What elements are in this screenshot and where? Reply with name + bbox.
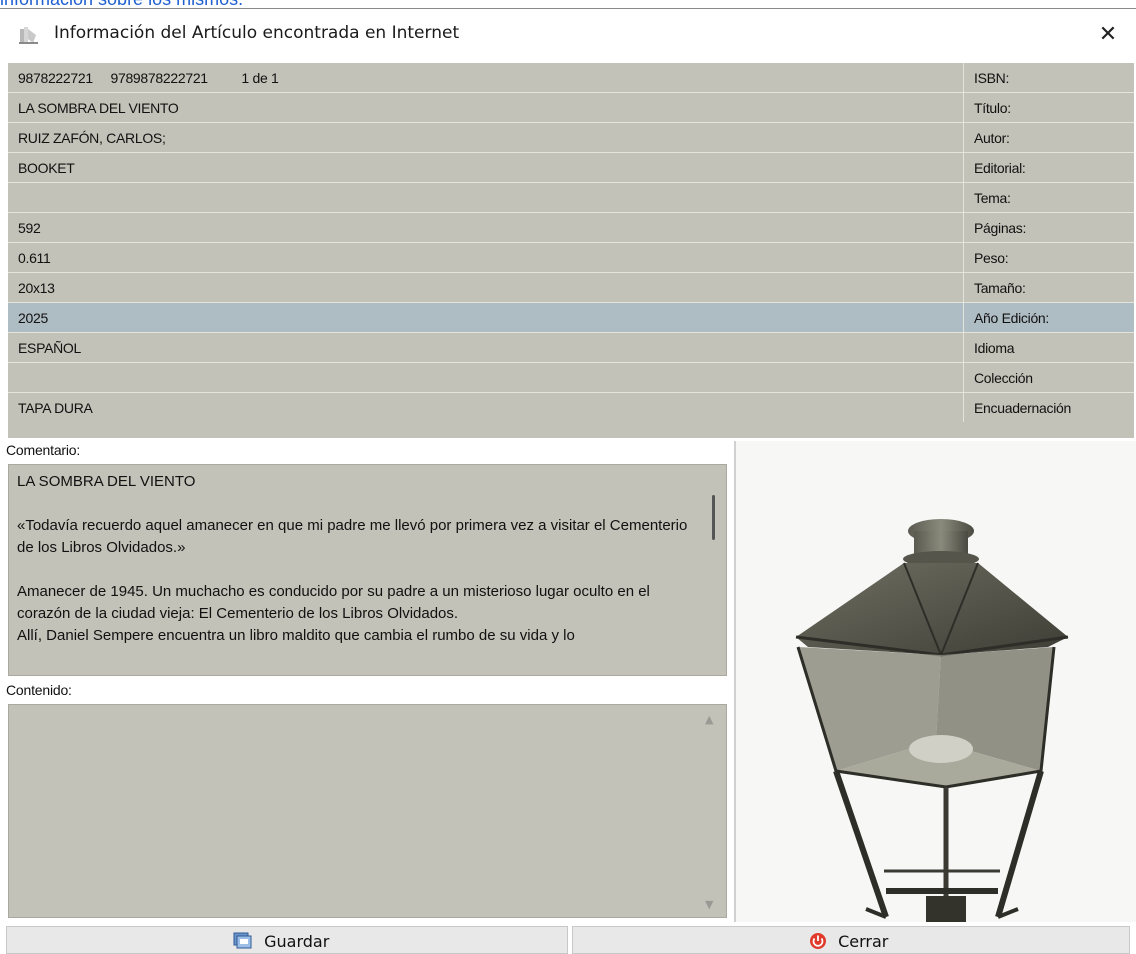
title-bar: Información del Artículo encontrada en I… xyxy=(0,9,1136,61)
field-label-idioma: Idioma xyxy=(974,340,1015,356)
close-window-button[interactable]: ✕ xyxy=(1088,17,1128,53)
field-label-cell: Peso: xyxy=(963,243,1135,272)
comentario-paragraph: LA SOMBRA DEL VIENTO xyxy=(17,473,196,490)
save-icon xyxy=(233,932,264,951)
article-info-dialog: Información del Artículo encontrada en I… xyxy=(0,8,1136,954)
save-button-label: Guardar xyxy=(264,932,330,951)
field-value-peso: 0.611 xyxy=(18,250,51,266)
field-label-paginas: Páginas: xyxy=(974,220,1027,236)
field-label-cell: Año Edición: xyxy=(963,303,1135,332)
comentario-label: Comentario: xyxy=(6,442,81,458)
field-row-tema[interactable]: Tema: xyxy=(8,183,1134,213)
field-label-titulo: Título: xyxy=(974,100,1011,116)
field-label-cell: Título: xyxy=(963,93,1135,122)
isbn-values: 9878222721 9789878222721 1 de 1 xyxy=(18,70,293,86)
field-row-titulo[interactable]: LA SOMBRA DEL VIENTO Título: xyxy=(8,93,1134,123)
field-row-isbn[interactable]: 9878222721 9789878222721 1 de 1 ISBN: xyxy=(8,63,1134,93)
save-button[interactable]: Guardar xyxy=(6,926,568,954)
scroll-up-arrow-icon[interactable]: ▲ xyxy=(705,713,713,726)
isbn10-value: 9878222721 xyxy=(18,70,93,86)
field-label-peso: Peso: xyxy=(974,250,1009,266)
window-title: Información del Artículo encontrada en I… xyxy=(54,23,460,43)
field-label-cell: ISBN: xyxy=(963,63,1135,92)
field-label-tamano: Tamaño: xyxy=(974,280,1026,296)
field-label-tema: Tema: xyxy=(974,190,1011,206)
field-row-encuadernacion[interactable]: TAPA DURA Encuadernación xyxy=(8,393,1134,423)
result-counter: 1 de 1 xyxy=(241,70,279,86)
comentario-paragraph: Allí, Daniel Sempere encuentra un libro … xyxy=(17,627,575,644)
article-fields-grid: 9878222721 9789878222721 1 de 1 ISBN: LA… xyxy=(8,63,1134,438)
field-value-encuadernacion: TAPA DURA xyxy=(18,400,93,416)
close-button[interactable]: Cerrar xyxy=(572,926,1130,954)
field-label-cell: Tamaño: xyxy=(963,273,1135,302)
comentario-text: LA SOMBRA DEL VIENTO «Todavía recuerdo a… xyxy=(17,471,697,647)
field-row-editorial[interactable]: BOOKET Editorial: xyxy=(8,153,1134,183)
field-value-idioma: ESPAÑOL xyxy=(18,340,81,356)
field-label-isbn: ISBN: xyxy=(974,70,1010,86)
comentario-scrollbar-thumb[interactable] xyxy=(712,495,715,540)
field-value-titulo: LA SOMBRA DEL VIENTO xyxy=(18,100,179,116)
field-label-cell: Páginas: xyxy=(963,213,1135,242)
field-label-cell: Idioma xyxy=(963,333,1135,362)
field-label-cell: Tema: xyxy=(963,183,1135,212)
comentario-paragraph: «Todavía recuerdo aquel amanecer en que … xyxy=(17,517,688,556)
scroll-down-arrow-icon[interactable]: ▼ xyxy=(705,898,713,911)
field-label-autor: Autor: xyxy=(974,130,1010,146)
field-label-coleccion: Colección xyxy=(974,370,1033,386)
field-row-ano-edicion[interactable]: 2025 Año Edición: xyxy=(8,303,1134,333)
book-icon xyxy=(18,25,40,45)
street-lamp-photo xyxy=(736,441,1136,922)
power-icon xyxy=(809,932,838,951)
field-value-tamano: 20x13 xyxy=(18,280,55,296)
field-row-coleccion[interactable]: Colección xyxy=(8,363,1134,393)
contenido-label: Contenido: xyxy=(6,682,72,698)
field-row-paginas[interactable]: 592 Páginas: xyxy=(8,213,1134,243)
field-label-cell: Editorial: xyxy=(963,153,1135,182)
close-icon: ✕ xyxy=(1098,22,1118,47)
field-row-peso[interactable]: 0.611 Peso: xyxy=(8,243,1134,273)
field-row-idioma[interactable]: ESPAÑOL Idioma xyxy=(8,333,1134,363)
dialog-footer: Guardar Cerrar xyxy=(0,926,1136,954)
field-label-ano-edicion: Año Edición: xyxy=(974,310,1050,326)
field-label-encuadernacion: Encuadernación xyxy=(974,400,1071,416)
field-label-cell: Encuadernación xyxy=(963,393,1135,422)
field-value-ano-edicion: 2025 xyxy=(18,310,48,326)
field-label-cell: Autor: xyxy=(963,123,1135,152)
field-row-tamano[interactable]: 20x13 Tamaño: xyxy=(8,273,1134,303)
comentario-paragraph: Amanecer de 1945. Un muchacho es conduci… xyxy=(17,583,650,622)
isbn13-value: 9789878222721 xyxy=(110,70,208,86)
comentario-textarea[interactable]: LA SOMBRA DEL VIENTO «Todavía recuerdo a… xyxy=(8,464,727,676)
close-button-label: Cerrar xyxy=(838,932,889,951)
field-value-autor: RUIZ ZAFÓN, CARLOS; xyxy=(18,130,166,146)
cover-image xyxy=(734,441,1136,922)
field-row-autor[interactable]: RUIZ ZAFÓN, CARLOS; Autor: xyxy=(8,123,1134,153)
field-label-editorial: Editorial: xyxy=(974,160,1026,176)
contenido-textarea[interactable]: ▲ ▼ xyxy=(8,704,727,918)
field-value-paginas: 592 xyxy=(18,220,41,236)
field-value-editorial: BOOKET xyxy=(18,160,75,176)
field-label-cell: Colección xyxy=(963,363,1135,392)
